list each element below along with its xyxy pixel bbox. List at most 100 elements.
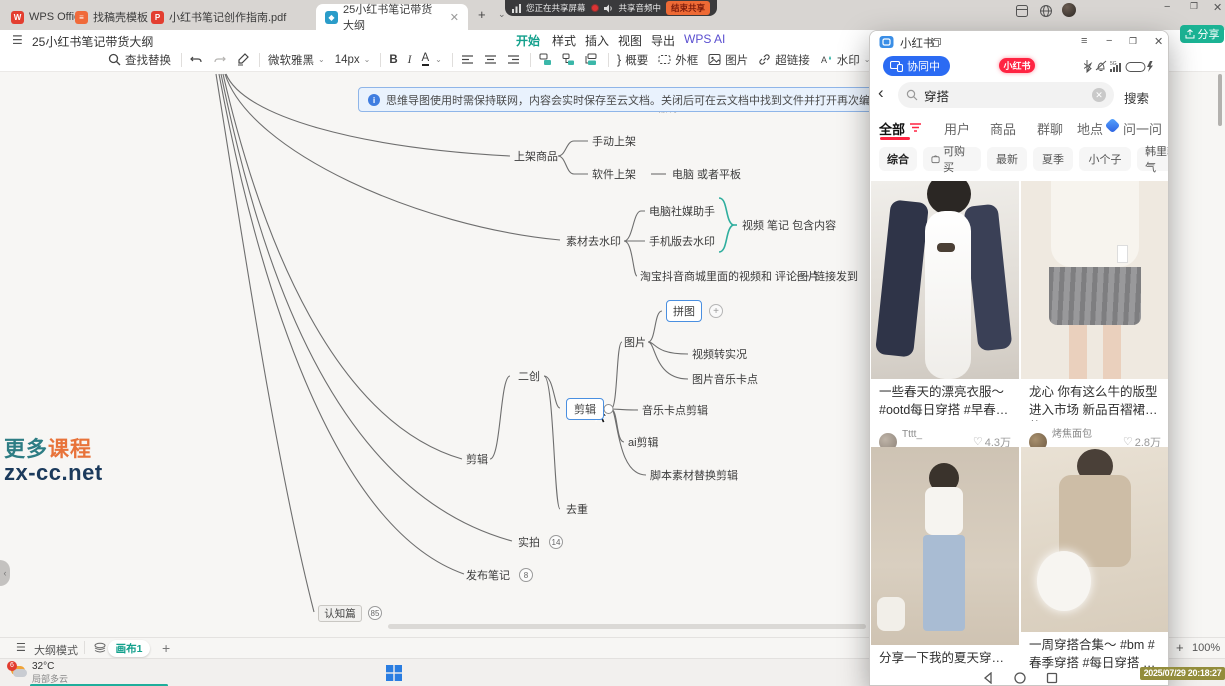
collab-mode-pill[interactable]: 协同中	[883, 56, 950, 76]
mindmap-node-ylkd[interactable]: 音乐卡点剪辑	[642, 402, 708, 418]
restore-button[interactable]: ❐	[1190, 1, 1198, 12]
hamburger-icon[interactable]: ☰	[12, 33, 23, 47]
close-tab-icon[interactable]: ✕	[450, 11, 459, 24]
image-button[interactable]: 图片	[708, 52, 748, 68]
avatar[interactable]	[1062, 3, 1076, 17]
font-family-select[interactable]: 微软雅黑⌄	[268, 52, 325, 68]
note-title[interactable]: 分享一下我的夏天穿搭合	[871, 645, 1019, 670]
mindmap-node-tupian[interactable]: 图片	[624, 334, 646, 350]
mindmap-node-jbsc[interactable]: 脚本素材替换剪辑	[650, 467, 738, 483]
insert-sibling-button[interactable]	[585, 53, 598, 66]
font-color-button[interactable]: A	[422, 53, 430, 67]
watermark-button[interactable]: A水印⌄	[820, 52, 871, 68]
mindmap-node-shoudong[interactable]: 手动上架	[592, 133, 636, 149]
mindmap-node-quchong[interactable]: 去重	[566, 501, 588, 517]
note-title[interactable]: 龙心 你有这么牛的版型进入市场 新品百褶裙真的…	[1021, 379, 1169, 421]
layers-icon[interactable]	[94, 642, 106, 654]
format-painter-button[interactable]	[236, 53, 249, 66]
mindmap-node-jianji[interactable]: 剪辑	[466, 451, 488, 467]
mindmap-node-pintu-selected[interactable]: 拼图	[666, 300, 702, 322]
note-user[interactable]: Tttt_	[902, 429, 922, 440]
mindmap-node-sjqsy[interactable]: 手机版去水印	[649, 233, 715, 249]
filter-chip-composite[interactable]: 综合	[879, 147, 917, 171]
zoom-in-button[interactable]: +	[1176, 640, 1184, 655]
zoom-level[interactable]: 100%	[1192, 642, 1220, 654]
filter-chip-petite[interactable]: 小个子	[1079, 147, 1131, 171]
phone-close-button[interactable]: ✕	[1154, 35, 1163, 48]
outline-mode-icon[interactable]: ☰	[16, 641, 26, 654]
tab-pdf-guide[interactable]: P 小红书笔记创作指南.pdf	[142, 4, 295, 30]
canvas-tab[interactable]: 画布1	[108, 640, 150, 657]
nav-back-icon[interactable]	[982, 672, 994, 684]
back-chevron-icon[interactable]: ‹	[878, 84, 884, 101]
outline-mode-button[interactable]: 大纲模式	[34, 642, 78, 658]
phone-menu-icon[interactable]: ≡	[1081, 35, 1087, 47]
mindmap-node-brace-note[interactable]: 视频 笔记 包含内容	[742, 217, 836, 233]
menu-style[interactable]: 样式	[552, 32, 576, 49]
windows-start-button[interactable]	[386, 665, 402, 681]
mindmap-node-renzhi[interactable]: 认知篇	[318, 605, 362, 622]
clear-search-icon[interactable]: ✕	[1092, 88, 1106, 102]
note-card[interactable]: 一些春天的漂亮衣服～ #ootd每日穿搭 #早春… Tttt_02-14 ♡4.…	[871, 181, 1019, 459]
note-card[interactable]: 龙心 你有这么牛的版型进入市场 新品百褶裙真的… 烤焦面包07-08 ♡2.8万	[1021, 181, 1169, 459]
insert-topic-button[interactable]	[539, 53, 552, 66]
note-user[interactable]: 烤焦面包	[1052, 429, 1092, 440]
result-tab-all[interactable]: 全部	[879, 119, 905, 138]
mindmap-node-dnzs[interactable]: 电脑社媒助手	[649, 203, 715, 219]
nav-recents-icon[interactable]	[1046, 672, 1058, 684]
result-tab-places[interactable]: 地点	[1077, 119, 1103, 138]
menu-wps-ai[interactable]: WPS AI	[684, 32, 725, 46]
bold-button[interactable]: B	[389, 54, 397, 66]
taskbar-temp[interactable]: 32°C	[32, 661, 54, 672]
stop-share-button[interactable]: 结束共享	[666, 1, 710, 15]
new-tab-button[interactable]: +	[478, 7, 486, 22]
vertical-scrollbar[interactable]	[1218, 74, 1222, 126]
result-tab-groups[interactable]: 群聊	[1037, 119, 1063, 138]
tab-list-chevron-icon[interactable]: ⌄	[498, 9, 506, 20]
align-left-button[interactable]	[461, 53, 474, 66]
result-tab-ask[interactable]: 问一问	[1123, 119, 1162, 138]
mindmap-node-shangjia[interactable]: 上架商品	[514, 148, 558, 164]
filter-chip-buyable[interactable]: 可购买	[923, 147, 981, 171]
italic-button[interactable]: I	[408, 54, 412, 66]
mindmap-node-fabu[interactable]: 发布笔记	[466, 567, 510, 583]
menu-export[interactable]: 导出	[651, 32, 675, 49]
search-button[interactable]: 搜索	[1124, 88, 1149, 107]
note-card[interactable]: 分享一下我的夏天穿搭合	[871, 447, 1019, 670]
mindmap-node-sucai[interactable]: 素材去水印	[566, 233, 621, 249]
mindmap-node-tpyl[interactable]: 图片音乐卡点	[692, 371, 758, 387]
font-color-chevron[interactable]: ⌄	[435, 55, 442, 64]
summary-button[interactable]: }概要	[617, 52, 648, 68]
mindmap-node-lianjie[interactable]: 链接发到	[814, 268, 858, 284]
node-drag-handle[interactable]	[604, 405, 613, 414]
menu-insert[interactable]: 插入	[585, 32, 609, 49]
mindmap-node-jianji-selected[interactable]: 剪辑	[566, 398, 604, 420]
add-child-button[interactable]: +	[709, 304, 723, 318]
close-button[interactable]: ✕	[1213, 1, 1222, 14]
globe-icon[interactable]	[1040, 5, 1052, 17]
find-replace-button[interactable]: 查找替换	[108, 52, 171, 68]
redo-button[interactable]	[213, 53, 226, 66]
note-title[interactable]: 一些春天的漂亮衣服～ #ootd每日穿搭 #早春…	[871, 379, 1019, 421]
filter-chip-korean[interactable]: 韩里韩气	[1137, 147, 1169, 171]
phone-minimize-button[interactable]: −	[1106, 35, 1112, 47]
mindmap-node-tbdy[interactable]: 淘宝抖音商城里面的视频和 评论图片	[640, 268, 819, 284]
menu-view[interactable]: 视图	[618, 32, 642, 49]
mindmap-node-ruanjian[interactable]: 软件上架	[592, 166, 636, 182]
frame-button[interactable]: 外框	[658, 52, 698, 68]
nav-home-icon[interactable]	[1014, 672, 1026, 684]
layout-icon[interactable]	[1016, 5, 1028, 17]
horizontal-scrollbar[interactable]	[388, 624, 866, 629]
result-tab-goods[interactable]: 商品	[990, 119, 1016, 138]
insert-subtopic-button[interactable]	[562, 53, 575, 66]
filter-chip-latest[interactable]: 最新	[987, 147, 1027, 171]
font-size-select[interactable]: 14px⌄	[335, 54, 371, 66]
mindmap-node-diannao[interactable]: 电脑 或者平板	[672, 166, 741, 182]
undo-button[interactable]	[190, 53, 203, 66]
share-button[interactable]: 分享	[1180, 25, 1224, 43]
mindmap-node-shipai[interactable]: 实拍	[518, 534, 540, 550]
align-right-button[interactable]	[507, 53, 520, 66]
hyperlink-button[interactable]: 超链接	[758, 52, 810, 68]
mindmap-node-erchuang[interactable]: 二创	[518, 368, 540, 384]
tab-mindmap-active[interactable]: ◆ 25小红书笔记带货大纲 ✕	[316, 4, 468, 30]
